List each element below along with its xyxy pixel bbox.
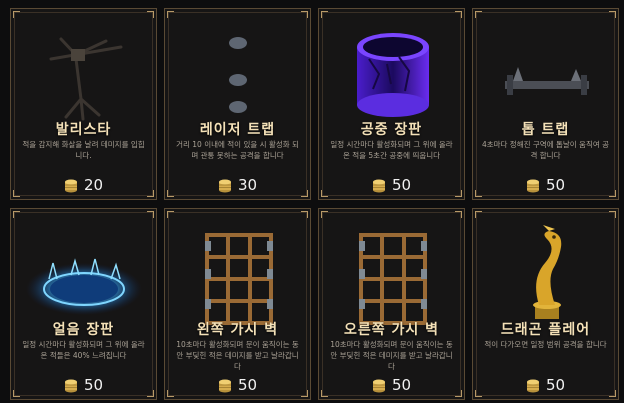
- coin-stack-icon: [526, 179, 539, 193]
- card-description: 거리 10 이내에 적이 있을 시 활성화 되며 관통 못하는 공격을 합니다: [176, 140, 299, 160]
- cost-value: 50: [83, 376, 104, 394]
- card-title: 발리스타: [55, 122, 112, 138]
- card-title: 얼음 장판: [52, 322, 115, 338]
- card-title: 왼쪽 가시 벽: [196, 322, 279, 338]
- ice-field-icon: [26, 258, 142, 315]
- dragon-flare-icon: [533, 225, 562, 319]
- card-cost: 50: [319, 376, 464, 394]
- coin-stack-icon: [64, 379, 77, 393]
- card-description: 10초마다 활성화되며 문이 움직이는 동안 부딪힌 적은 데미지를 받고 날라…: [330, 340, 453, 371]
- trap-card-air-field[interactable]: 공중 장판 일정 시간마다 활성화되며 그 위에 올라온 적을 5초간 공중에 …: [318, 8, 465, 200]
- left-spike-wall-icon: [205, 233, 273, 325]
- card-description: 4초마다 정해진 구역에 톱날이 움직여 공격 합니다: [481, 140, 610, 160]
- trap-card-dragon-flare[interactable]: 드래곤 플레어 적이 다가오면 일정 범위 공격을 합니다 50: [472, 208, 619, 400]
- coin-stack-icon: [372, 179, 385, 193]
- coin-stack-icon: [218, 179, 231, 193]
- saw-trap-icon: [505, 67, 589, 95]
- trap-card-left-spike-wall[interactable]: 왼쪽 가시 벽 10초마다 활성화되며 문이 움직이는 동안 부딪힌 적은 데미…: [164, 208, 311, 400]
- coin-stack-icon: [218, 379, 231, 393]
- card-cost: 50: [319, 176, 464, 194]
- cost-value: 50: [545, 376, 566, 394]
- trap-card-saw[interactable]: 톱 트랩 4초마다 정해진 구역에 톱날이 움직여 공격 합니다 50: [472, 8, 619, 200]
- right-spike-wall-icon: [359, 233, 427, 325]
- trap-card-ballista[interactable]: 발리스타 적을 감지해 화살을 날려 데미지를 입힙니다. 20: [10, 8, 157, 200]
- card-description: 적을 감지해 화살을 날려 데미지를 입힙니다.: [22, 140, 145, 160]
- ballista-icon: [49, 37, 123, 121]
- card-cost: 30: [165, 176, 310, 194]
- trap-card-ice-field[interactable]: 얼음 장판 일정 시간마다 활성화되며 그 위에 올라온 적들은 40% 느려집…: [10, 208, 157, 400]
- card-title: 오른쪽 가시 벽: [343, 322, 440, 338]
- coin-stack-icon: [526, 379, 539, 393]
- coin-stack-icon: [64, 179, 77, 193]
- trap-shop-grid: 발리스타 적을 감지해 화살을 날려 데미지를 입힙니다. 20 레이저 트랩 …: [0, 0, 624, 403]
- card-title: 레이저 트랩: [199, 122, 276, 138]
- card-cost: 50: [165, 376, 310, 394]
- air-field-icon: [357, 33, 429, 117]
- card-title: 톱 트랩: [521, 122, 570, 138]
- card-description: 10초마다 활성화되며 문이 움직이는 동안 부딪힌 적은 데미지를 받고 날라…: [176, 340, 299, 371]
- coin-stack-icon: [372, 379, 385, 393]
- trap-card-right-spike-wall[interactable]: 오른쪽 가시 벽 10초마다 활성화되며 문이 움직이는 동안 부딪힌 적은 데…: [318, 208, 465, 400]
- card-cost: 50: [473, 376, 618, 394]
- card-description: 일정 시간마다 활성화되며 그 위에 올라온 적을 5초간 공중에 띄웁니다: [330, 140, 453, 160]
- trap-card-laser[interactable]: 레이저 트랩 거리 10 이내에 적이 있을 시 활성화 되며 관통 못하는 공…: [164, 8, 311, 200]
- cost-value: 50: [545, 176, 566, 194]
- card-cost: 20: [11, 176, 156, 194]
- cost-value: 50: [391, 176, 412, 194]
- laser-trap-icon: [229, 37, 247, 113]
- cost-value: 20: [83, 176, 104, 194]
- cost-value: 50: [391, 376, 412, 394]
- cost-value: 30: [237, 176, 258, 194]
- card-title: 공중 장판: [360, 122, 423, 138]
- card-title: 드래곤 플레어: [500, 322, 591, 338]
- cost-value: 50: [237, 376, 258, 394]
- card-cost: 50: [473, 176, 618, 194]
- card-description: 적이 다가오면 일정 범위 공격을 합니다: [484, 340, 607, 349]
- card-description: 일정 시간마다 활성화되며 그 위에 올라온 적들은 40% 느려집니다: [22, 340, 145, 360]
- card-cost: 50: [11, 376, 156, 394]
